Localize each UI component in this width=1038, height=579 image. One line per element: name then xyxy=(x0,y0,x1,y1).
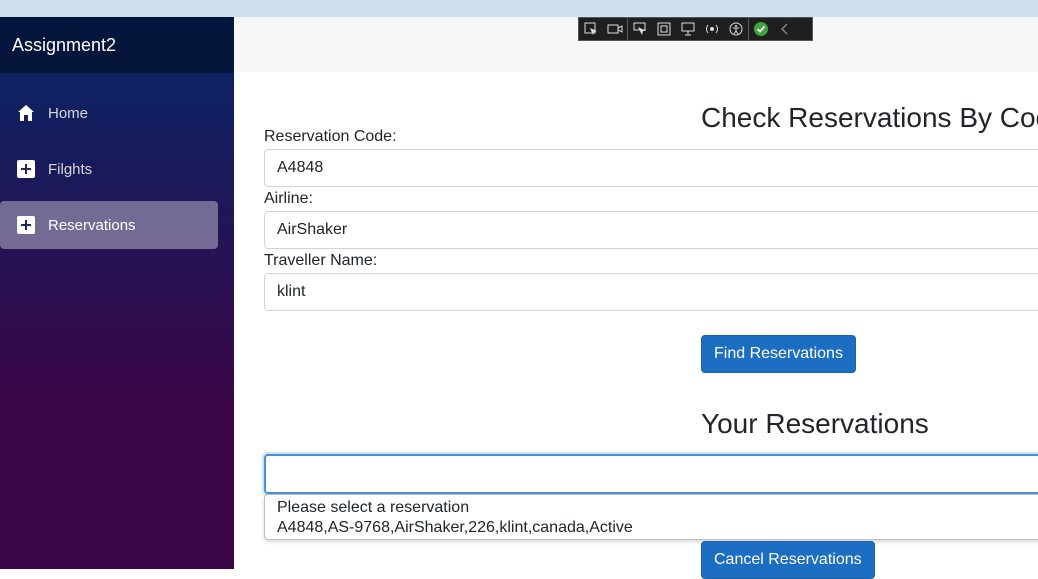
frame-icon[interactable] xyxy=(652,18,676,40)
brand-bar: Assignment2 xyxy=(0,17,234,73)
home-icon xyxy=(16,103,36,123)
app-brand[interactable]: Assignment2 xyxy=(0,35,116,56)
reservation-code-input[interactable] xyxy=(264,149,1038,187)
chevron-left-icon[interactable] xyxy=(773,18,797,40)
select-element-icon[interactable] xyxy=(579,18,603,40)
check-icon[interactable] xyxy=(748,18,773,40)
page-title: Check Reservations By Code xyxy=(701,102,1038,133)
sidebar-item-flights[interactable]: Filghts xyxy=(0,145,218,193)
reservation-option[interactable]: Please select a reservation xyxy=(277,498,1038,518)
browser-strip xyxy=(0,0,1038,17)
sidebar-item-reservations[interactable]: Reservations xyxy=(0,201,218,249)
airline-input[interactable] xyxy=(264,211,1038,249)
sidebar-nav: Home Filghts Reservations xyxy=(0,89,234,257)
reservation-options-list: Please select a reservation A4848,AS-976… xyxy=(264,494,1038,540)
broadcast-icon[interactable] xyxy=(700,18,724,40)
traveller-name-label: Traveller Name: xyxy=(264,252,378,269)
airline-label: Airline: xyxy=(264,190,313,207)
devtools-toolbar xyxy=(578,17,813,41)
reservation-select[interactable] xyxy=(264,454,1038,494)
sidebar-item-label: Reservations xyxy=(48,216,136,234)
main-content: Check Reservations By Code Reservation C… xyxy=(234,72,1038,579)
accessibility-icon[interactable] xyxy=(724,18,748,40)
sidebar-item-label: Filghts xyxy=(48,160,93,178)
traveller-name-input[interactable] xyxy=(264,273,1038,311)
find-reservations-button[interactable]: Find Reservations xyxy=(701,335,856,373)
reservation-option[interactable]: A4848,AS-9768,AirShaker,226,klint,canada… xyxy=(277,518,1038,538)
pointer-icon[interactable] xyxy=(627,18,652,40)
screen-icon[interactable] xyxy=(676,18,700,40)
sidebar-item-home[interactable]: Home xyxy=(0,89,218,137)
sidebar-item-label: Home xyxy=(48,104,89,122)
plus-icon xyxy=(16,159,36,179)
sidebar: Assignment2 Home Filghts Reservations xyxy=(0,17,234,569)
reservation-code-label: Reservation Code: xyxy=(264,128,397,145)
video-icon[interactable] xyxy=(603,18,627,40)
plus-icon xyxy=(16,215,36,235)
cancel-reservations-button[interactable]: Cancel Reservations xyxy=(701,541,875,579)
your-reservations-title: Your Reservations xyxy=(701,408,929,439)
